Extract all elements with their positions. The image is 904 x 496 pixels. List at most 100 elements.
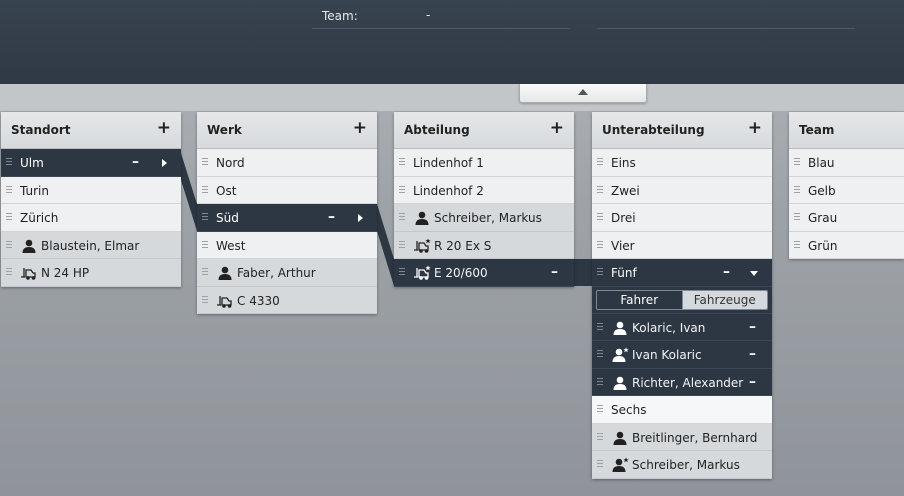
assignment-toggle-bar: Fahrer Fahrzeuge bbox=[592, 286, 772, 314]
item-label: Eins bbox=[611, 156, 636, 170]
person-icon bbox=[216, 265, 234, 281]
team-label: Team: bbox=[322, 9, 358, 23]
drag-handle-icon[interactable] bbox=[794, 185, 800, 194]
member-vehicle[interactable]: R 20 Ex S bbox=[394, 231, 574, 259]
remove-button[interactable]: – bbox=[749, 320, 756, 334]
member-label: Richter, Alexander bbox=[632, 375, 744, 390]
drag-handle-icon[interactable] bbox=[202, 185, 208, 194]
remove-button[interactable]: – bbox=[749, 347, 756, 361]
drag-handle-icon[interactable] bbox=[6, 185, 12, 194]
list-item-west[interactable]: West bbox=[197, 231, 377, 259]
member-vehicle-selected[interactable]: E 20/600 – bbox=[394, 259, 574, 287]
drag-handle-icon[interactable] bbox=[794, 240, 800, 249]
secondary-field[interactable] bbox=[597, 2, 855, 29]
member-label: Schreiber, Markus bbox=[434, 211, 542, 225]
member-vehicle[interactable]: C 4330 bbox=[197, 286, 377, 314]
item-label: Nord bbox=[216, 156, 245, 170]
list-item-ost[interactable]: Ost bbox=[197, 176, 377, 204]
member-driver[interactable]: Schreiber, Markus bbox=[592, 451, 772, 479]
chevron-right-icon[interactable] bbox=[358, 214, 363, 222]
remove-button[interactable]: – bbox=[551, 265, 558, 279]
item-label: Zürich bbox=[20, 211, 59, 225]
member-label: E 20/600 bbox=[434, 266, 488, 280]
member-label: Faber, Arthur bbox=[237, 266, 316, 280]
member-driver[interactable]: Breitlinger, Bernhard bbox=[592, 423, 772, 451]
drag-handle-icon[interactable] bbox=[6, 158, 12, 166]
drag-handle-icon[interactable] bbox=[597, 405, 603, 413]
drag-handle-icon[interactable] bbox=[399, 185, 405, 194]
collapse-panel-button[interactable] bbox=[519, 84, 647, 103]
add-button[interactable]: + bbox=[748, 120, 762, 137]
list-item-funf[interactable]: Fünf – bbox=[592, 259, 772, 287]
list-item-lindenhof-2[interactable]: Lindenhof 2 bbox=[394, 176, 574, 204]
drag-handle-icon[interactable] bbox=[794, 213, 800, 221]
drag-handle-icon[interactable] bbox=[6, 213, 12, 221]
list-item-zwei[interactable]: Zwei bbox=[592, 176, 772, 204]
drag-handle-icon[interactable] bbox=[202, 268, 208, 276]
member-label: Ivan Kolaric bbox=[632, 348, 702, 362]
drag-handle-icon[interactable] bbox=[597, 377, 603, 386]
list-item-turin[interactable]: Turin bbox=[1, 176, 181, 204]
drag-handle-icon[interactable] bbox=[597, 322, 603, 331]
remove-button[interactable]: – bbox=[132, 155, 139, 169]
person-star-icon bbox=[611, 457, 629, 473]
list-item-grau[interactable]: Grau bbox=[789, 204, 904, 232]
team-field[interactable]: Team: - bbox=[312, 2, 570, 29]
add-button[interactable]: + bbox=[353, 120, 367, 137]
add-button[interactable]: + bbox=[550, 120, 564, 137]
drag-handle-icon[interactable] bbox=[6, 240, 12, 249]
list-item-eins[interactable]: Eins bbox=[592, 149, 772, 177]
list-item-lindenhof-1[interactable]: Lindenhof 1 bbox=[394, 149, 574, 177]
drag-handle-icon[interactable] bbox=[399, 158, 405, 166]
drag-handle-icon[interactable] bbox=[597, 268, 603, 276]
list-item-gelb[interactable]: Gelb bbox=[789, 176, 904, 204]
person-star-icon bbox=[611, 347, 629, 363]
list-item-vier[interactable]: Vier bbox=[592, 231, 772, 259]
drag-handle-icon[interactable] bbox=[202, 295, 208, 304]
assigned-driver[interactable]: Kolaric, Ivan – bbox=[592, 313, 772, 341]
caret-up-icon bbox=[578, 89, 588, 95]
drag-handle-icon[interactable] bbox=[597, 240, 603, 249]
chevron-right-icon[interactable] bbox=[162, 159, 167, 167]
remove-button[interactable]: – bbox=[723, 265, 730, 279]
add-button[interactable]: + bbox=[157, 120, 171, 137]
list-item-drei[interactable]: Drei bbox=[592, 204, 772, 232]
drag-handle-icon[interactable] bbox=[597, 185, 603, 194]
drag-handle-icon[interactable] bbox=[597, 432, 603, 441]
drag-handle-icon[interactable] bbox=[202, 213, 208, 221]
member-driver[interactable]: Blaustein, Elmar bbox=[1, 231, 181, 259]
remove-button[interactable]: – bbox=[749, 375, 756, 389]
member-vehicle[interactable]: N 24 HP bbox=[1, 259, 181, 287]
assigned-driver[interactable]: Richter, Alexander – bbox=[592, 368, 772, 396]
assigned-driver[interactable]: Ivan Kolaric – bbox=[592, 341, 772, 369]
drag-handle-icon[interactable] bbox=[597, 213, 603, 221]
list-item-sechs[interactable]: Sechs bbox=[592, 396, 772, 424]
list-item-blau[interactable]: Blau bbox=[789, 149, 904, 177]
list-item-grun[interactable]: Grün bbox=[789, 231, 904, 259]
person-icon bbox=[20, 238, 38, 254]
drag-handle-icon[interactable] bbox=[597, 350, 603, 358]
person-icon bbox=[611, 430, 629, 446]
drag-handle-icon[interactable] bbox=[399, 240, 405, 249]
item-label: Lindenhof 1 bbox=[413, 156, 484, 170]
list-item-sud[interactable]: Süd – bbox=[197, 204, 377, 232]
chevron-down-icon[interactable] bbox=[750, 271, 758, 276]
remove-button[interactable]: – bbox=[328, 210, 335, 224]
drag-handle-icon[interactable] bbox=[597, 460, 603, 468]
drag-handle-icon[interactable] bbox=[399, 268, 405, 276]
drag-handle-icon[interactable] bbox=[202, 158, 208, 166]
drag-handle-icon[interactable] bbox=[202, 240, 208, 249]
tab-fahrzeuge[interactable]: Fahrzeuge bbox=[681, 290, 767, 309]
list-item-zurich[interactable]: Zürich bbox=[1, 204, 181, 232]
member-driver[interactable]: Schreiber, Markus bbox=[394, 204, 574, 232]
drag-handle-icon[interactable] bbox=[6, 268, 12, 276]
tab-fahrer[interactable]: Fahrer bbox=[597, 290, 682, 309]
column-standort: Standort + Ulm – Turin Zürich Blaustein,… bbox=[1, 112, 181, 287]
drag-handle-icon[interactable] bbox=[597, 158, 603, 166]
drag-handle-icon[interactable] bbox=[794, 158, 800, 166]
list-item-nord[interactable]: Nord bbox=[197, 149, 377, 177]
member-driver[interactable]: Faber, Arthur bbox=[197, 259, 377, 287]
forklift-icon bbox=[216, 293, 234, 309]
drag-handle-icon[interactable] bbox=[399, 213, 405, 221]
list-item-ulm[interactable]: Ulm – bbox=[1, 149, 181, 177]
